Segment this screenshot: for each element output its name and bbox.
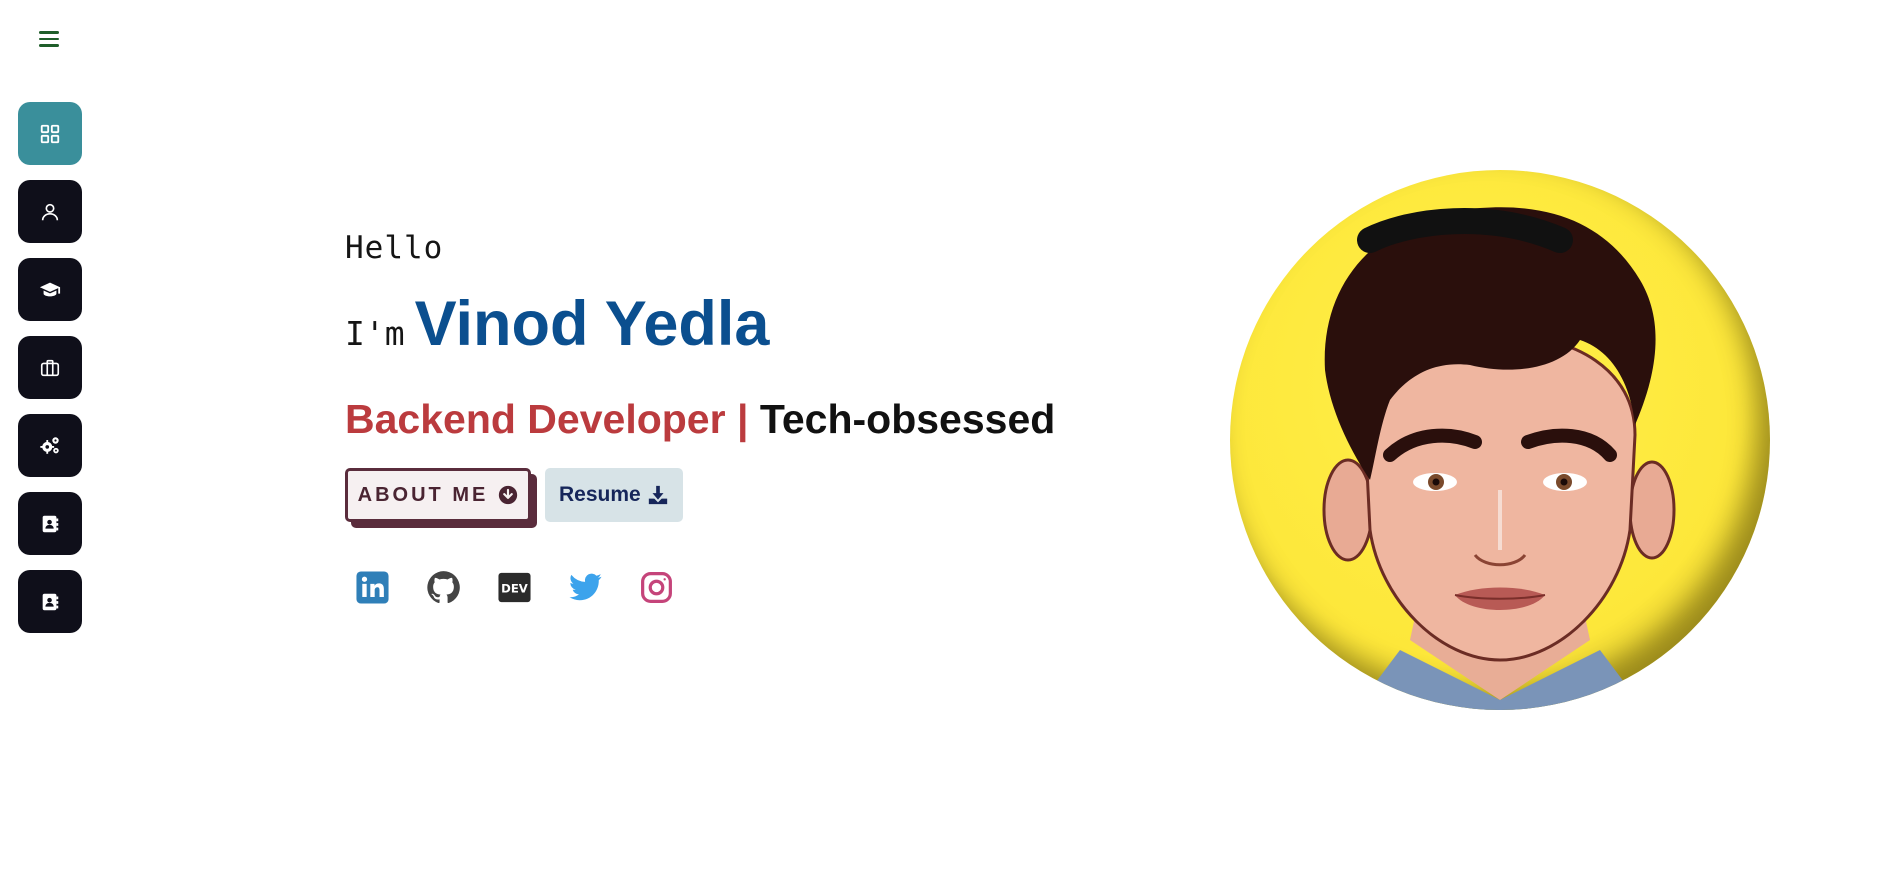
- address-book-icon: [42, 515, 59, 532]
- resume-label: Resume: [559, 483, 641, 506]
- instagram-link[interactable]: [639, 570, 674, 605]
- twitter-icon: [569, 573, 602, 601]
- twitter-link[interactable]: [568, 570, 603, 605]
- nav-about-button[interactable]: [18, 180, 82, 243]
- avatar-illustration: [1322, 207, 1676, 710]
- role-line: Backend Developer | Tech-obsessed: [345, 396, 1055, 443]
- arrow-circle-down-icon: [499, 485, 518, 505]
- nav-dashboard-button[interactable]: [18, 102, 82, 165]
- linkedin-link[interactable]: [355, 570, 390, 605]
- hero-section: Hello I'm Vinod Yedla Backend Developer …: [345, 230, 1055, 605]
- about-me-label: ABOUT ME: [357, 483, 489, 506]
- greeting-text: Hello: [345, 230, 444, 266]
- hero-actions: ABOUT ME Resume: [345, 468, 1055, 522]
- github-link[interactable]: [426, 570, 461, 605]
- tagline-text: Tech-obsessed: [759, 396, 1056, 442]
- role-text: Backend Developer: [345, 396, 726, 442]
- briefcase-icon: [40, 359, 60, 376]
- sidebar-nav: [18, 102, 82, 648]
- profile-avatar: [1230, 170, 1770, 710]
- name-heading: Vinod Yedla: [414, 289, 770, 359]
- graduation-cap-icon: [39, 282, 61, 296]
- nav-experience-button[interactable]: [18, 336, 82, 399]
- resume-button[interactable]: Resume: [545, 468, 683, 522]
- nav-contact-2-button[interactable]: [18, 570, 82, 633]
- instagram-icon: [641, 572, 672, 603]
- grid-icon: [40, 124, 60, 143]
- about-me-button[interactable]: ABOUT ME: [345, 468, 531, 522]
- address-book-icon: [42, 593, 59, 610]
- nav-education-button[interactable]: [18, 258, 82, 321]
- dev-link[interactable]: DEV: [497, 570, 532, 605]
- im-text: I'm: [345, 314, 405, 353]
- role-separator: |: [736, 396, 749, 442]
- github-icon: [427, 571, 460, 604]
- linkedin-icon: [356, 571, 389, 604]
- nav-skills-button[interactable]: [18, 414, 82, 477]
- nav-contact-button[interactable]: [18, 492, 82, 555]
- user-icon: [41, 203, 59, 220]
- name-line: I'm Vinod Yedla: [345, 288, 1055, 360]
- dev-icon: DEV: [498, 572, 531, 603]
- social-links: DEV: [355, 570, 1055, 605]
- download-icon: [648, 485, 667, 505]
- svg-text:DEV: DEV: [501, 582, 528, 596]
- gears-icon: [40, 436, 59, 454]
- hamburger-menu-icon[interactable]: [36, 26, 62, 52]
